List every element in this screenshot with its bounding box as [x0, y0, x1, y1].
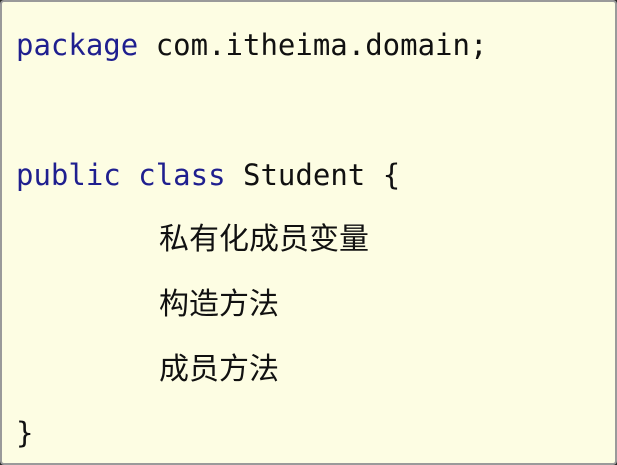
- package-line: package com.itheima.domain;: [16, 28, 487, 62]
- close-brace: }: [16, 416, 34, 450]
- open-brace: {: [382, 158, 401, 192]
- class-name: Student: [243, 158, 366, 192]
- member-variables-line: 私有化成员变量: [159, 222, 369, 257]
- class-keyword: class: [138, 158, 226, 192]
- constructor-line: 构造方法: [159, 287, 279, 322]
- member-methods-line: 成员方法: [159, 352, 279, 387]
- package-name: com.itheima.domain;: [155, 28, 488, 62]
- package-keyword: package: [16, 28, 139, 62]
- code-slide: package com.itheima.domain; public class…: [0, 0, 617, 465]
- public-keyword: public: [16, 158, 121, 192]
- class-declaration-line: public class Student {: [16, 158, 400, 192]
